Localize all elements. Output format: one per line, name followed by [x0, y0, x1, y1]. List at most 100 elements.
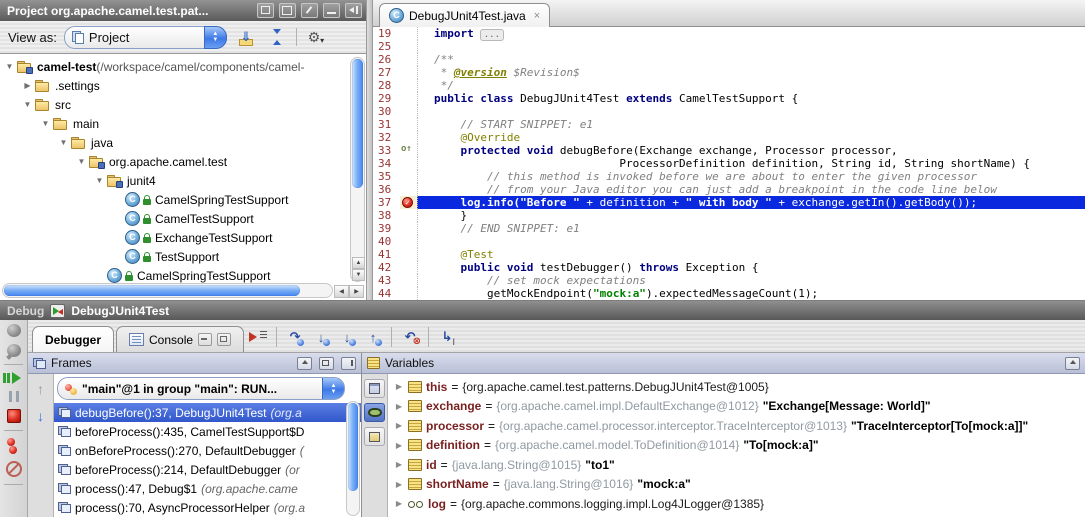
gutter-cell[interactable]: [400, 235, 417, 248]
line-number[interactable]: 44: [373, 287, 400, 300]
scroll-down-button[interactable]: ▼: [352, 269, 365, 281]
line-number[interactable]: 40: [373, 235, 400, 248]
stack-frame-row[interactable]: process():70, AsyncProcessorHelper (org.…: [54, 498, 361, 517]
tree-expander-icon[interactable]: ▼: [57, 138, 70, 147]
gutter-cell[interactable]: [400, 131, 417, 144]
code-text[interactable]: // START SNIPPET: e1: [417, 118, 1085, 131]
code-text[interactable]: // END SNIPPET: e1: [417, 222, 1085, 235]
stack-frame-row[interactable]: onBeforeProcess():270, DefaultDebugger (: [54, 441, 361, 460]
code-text[interactable]: * @version $Revision$: [417, 66, 1085, 79]
line-number[interactable]: 26: [373, 53, 400, 66]
editor-tab[interactable]: C DebugJUnit4Test.java ×: [379, 3, 550, 27]
select-stepper[interactable]: ▲ ▼: [322, 377, 345, 400]
line-number[interactable]: 43: [373, 274, 400, 287]
code-editor[interactable]: 19import...2526/**27 * @version $Revisio…: [373, 27, 1085, 300]
stack-frame-row[interactable]: process():47, Debug$1 (org.apache.came: [54, 479, 361, 498]
pane-splitter[interactable]: [366, 0, 373, 300]
line-number[interactable]: 37: [373, 196, 400, 209]
code-line[interactable]: 36 // from your Java editor you can just…: [373, 183, 1085, 196]
frame-down-icon[interactable]: ↓: [37, 408, 44, 424]
float-icon[interactable]: [217, 333, 231, 346]
code-line[interactable]: 26 /**: [373, 53, 1085, 66]
gutter-cell[interactable]: [400, 118, 417, 131]
code-line[interactable]: 27 * @version $Revision$: [373, 66, 1085, 79]
scroll-right-button[interactable]: ▶: [349, 285, 364, 298]
scrollbar-thumb[interactable]: [348, 403, 358, 491]
tree-item[interactable]: CExchangeTestSupport: [0, 228, 366, 247]
debug-title-bar[interactable]: Debug DebugJUnit4Test: [0, 301, 1085, 320]
stack-frame-row[interactable]: debugBefore():37, DebugJUnit4Test (org.a: [54, 403, 361, 422]
expand-arrow-icon[interactable]: ▶: [394, 421, 404, 430]
code-text[interactable]: // from your Java editor you can just ad…: [417, 183, 1085, 196]
code-text[interactable]: // set mock expectations: [417, 274, 1085, 287]
code-text[interactable]: protected void debugBefore(Exchange exch…: [417, 144, 1085, 157]
gutter-cell[interactable]: o↑: [400, 144, 417, 157]
expand-arrow-icon[interactable]: ▶: [394, 441, 404, 450]
tree-item[interactable]: CCamelTestSupport: [0, 209, 366, 228]
code-line[interactable]: 32 @Override: [373, 131, 1085, 144]
gutter-cell[interactable]: ✓: [400, 196, 417, 209]
view-breakpoints-icon[interactable]: [6, 438, 21, 454]
line-number[interactable]: 34: [373, 157, 400, 170]
code-line[interactable]: 30: [373, 105, 1085, 118]
line-number[interactable]: 32: [373, 131, 400, 144]
run-to-cursor-icon[interactable]: ↳ I: [435, 325, 459, 349]
calculator-icon[interactable]: [364, 379, 385, 398]
drop-frame-icon[interactable]: ↶ ⊗: [398, 325, 422, 349]
scroll-left-button[interactable]: ◀: [334, 285, 349, 298]
line-number[interactable]: 39: [373, 222, 400, 235]
resume-program-icon[interactable]: [12, 372, 21, 384]
step-out-icon[interactable]: ↑: [361, 325, 385, 349]
variable-row[interactable]: ▶this = {org.apache.camel.test.patterns.…: [388, 377, 1085, 397]
variable-row[interactable]: ▶log = {org.apache.commons.logging.impl.…: [388, 494, 1085, 514]
tree-horizontal-scrollbar[interactable]: [2, 283, 333, 298]
line-number[interactable]: 35: [373, 170, 400, 183]
export-icon[interactable]: [198, 333, 212, 346]
code-line[interactable]: 43 // set mock expectations: [373, 274, 1085, 287]
pin-icon[interactable]: [301, 3, 318, 18]
tree-item[interactable]: ▼camel-test (/workspace/camel/components…: [0, 57, 366, 76]
variable-row[interactable]: ▶definition = {org.apache.camel.model.To…: [388, 436, 1085, 456]
stack-frame-row[interactable]: beforeProcess():214, DefaultDebugger (or: [54, 460, 361, 479]
step-into-icon[interactable]: ↓: [309, 325, 333, 349]
line-number[interactable]: 27: [373, 66, 400, 79]
line-number[interactable]: 25: [373, 40, 400, 53]
gutter-cell[interactable]: [400, 40, 417, 53]
line-number[interactable]: 30: [373, 105, 400, 118]
gutter-cell[interactable]: [400, 92, 417, 105]
dock-mode-icon[interactable]: [279, 3, 296, 18]
tree-expander-icon[interactable]: ▼: [21, 100, 34, 109]
minimize-icon[interactable]: [323, 3, 340, 18]
close-tab-icon[interactable]: ×: [534, 10, 540, 22]
tree-item[interactable]: ▼junit4: [0, 171, 366, 190]
watches-icon[interactable]: [364, 403, 385, 422]
code-text[interactable]: [417, 40, 1085, 53]
code-text[interactable]: log.info("Before " + definition + " with…: [417, 196, 1085, 209]
tree-item[interactable]: ▶.settings: [0, 76, 366, 95]
code-text[interactable]: */: [417, 79, 1085, 92]
gutter-cell[interactable]: [400, 209, 417, 222]
view-as-select[interactable]: Project ▲ ▼: [64, 26, 227, 49]
code-text[interactable]: [417, 105, 1085, 118]
expand-arrow-icon[interactable]: ▶: [394, 382, 404, 391]
tree-expander-icon[interactable]: ▶: [21, 81, 34, 90]
code-line[interactable]: 41 @Test: [373, 248, 1085, 261]
line-number[interactable]: 29: [373, 92, 400, 105]
line-number[interactable]: 28: [373, 79, 400, 92]
code-line[interactable]: 25: [373, 40, 1085, 53]
variable-row[interactable]: ▶processor = {org.apache.camel.processor…: [388, 416, 1085, 436]
hide-icon[interactable]: [341, 357, 356, 370]
code-text[interactable]: public class DebugJUnit4Test extends Cam…: [417, 92, 1085, 105]
tree-item[interactable]: CTestSupport: [0, 247, 366, 266]
gutter-cell[interactable]: [400, 222, 417, 235]
gutter-cell[interactable]: [400, 274, 417, 287]
restore-icon[interactable]: [297, 357, 312, 370]
stack-frame-row[interactable]: beforeProcess():435, CamelTestSupport$D: [54, 422, 361, 441]
code-text[interactable]: }: [417, 209, 1085, 222]
pause-program-icon[interactable]: [9, 391, 19, 402]
code-text[interactable]: /**: [417, 53, 1085, 66]
thread-select[interactable]: "main"@1 in group "main": RUN... ▲ ▼: [57, 377, 345, 400]
bug-icon[interactable]: [7, 324, 21, 337]
line-number[interactable]: 42: [373, 261, 400, 274]
force-step-into-icon[interactable]: ↓: [335, 325, 359, 349]
